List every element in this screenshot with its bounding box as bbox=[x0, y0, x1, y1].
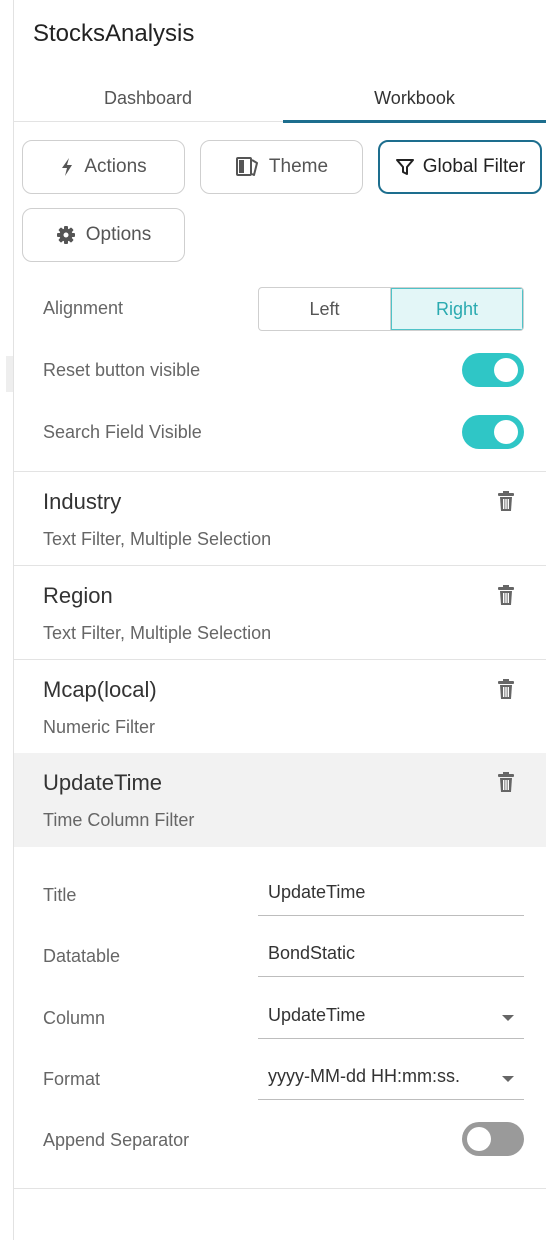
append-separator-toggle[interactable] bbox=[462, 1122, 524, 1156]
datatable-input[interactable]: BondStatic bbox=[258, 933, 524, 977]
filter-name: Mcap(local) bbox=[43, 677, 157, 702]
gear-icon bbox=[56, 226, 75, 244]
alignment-right-option[interactable]: Right bbox=[391, 288, 523, 330]
toggle-knob bbox=[467, 1127, 491, 1151]
title-input-value: UpdateTime bbox=[268, 882, 366, 902]
filter-item-updatetime[interactable]: UpdateTime Time Column Filter bbox=[14, 753, 546, 847]
title-input[interactable]: UpdateTime bbox=[258, 872, 524, 916]
column-select-value: UpdateTime bbox=[268, 1005, 366, 1025]
trash-icon[interactable] bbox=[498, 585, 514, 605]
panel-resize-handle[interactable] bbox=[6, 356, 13, 392]
filter-item-industry[interactable]: Industry Text Filter, Multiple Selection bbox=[14, 472, 546, 566]
reset-button-visible-label: Reset button visible bbox=[43, 360, 201, 380]
options-button-label: Options bbox=[85, 224, 152, 245]
toggle-knob bbox=[494, 358, 518, 382]
tab-workbook[interactable]: Workbook bbox=[283, 74, 546, 123]
theme-icon bbox=[235, 157, 258, 176]
trash-icon[interactable] bbox=[498, 491, 514, 511]
filter-name: Region bbox=[43, 583, 113, 608]
trash-icon[interactable] bbox=[498, 679, 514, 699]
alignment-left-option[interactable]: Left bbox=[259, 288, 391, 330]
format-select[interactable]: yyyy-MM-dd HH:mm:ss. bbox=[258, 1056, 524, 1100]
options-button[interactable]: Options bbox=[22, 208, 185, 262]
datatable-input-value: BondStatic bbox=[268, 943, 356, 963]
column-select[interactable]: UpdateTime bbox=[258, 995, 524, 1039]
format-label: Format bbox=[43, 1069, 101, 1089]
title-label: Title bbox=[43, 885, 77, 905]
filter-description: Numeric Filter bbox=[43, 717, 156, 737]
chevron-down-icon bbox=[502, 1015, 514, 1021]
search-field-visible-label: Search Field Visible bbox=[43, 422, 202, 442]
theme-button[interactable]: Theme bbox=[200, 140, 363, 194]
filter-name: Industry bbox=[43, 489, 122, 514]
filter-name: UpdateTime bbox=[43, 770, 163, 795]
search-field-visible-toggle[interactable] bbox=[462, 415, 524, 449]
filter-icon bbox=[395, 159, 414, 175]
toggle-knob bbox=[494, 420, 518, 444]
reset-button-visible-toggle[interactable] bbox=[462, 353, 524, 387]
format-select-value: yyyy-MM-dd HH:mm:ss. bbox=[268, 1066, 460, 1086]
filter-description: Text Filter, Multiple Selection bbox=[43, 529, 272, 549]
chevron-down-icon bbox=[502, 1076, 514, 1082]
datatable-label: Datatable bbox=[43, 946, 121, 966]
tab-bar: Dashboard Workbook bbox=[13, 74, 546, 123]
filter-description: Text Filter, Multiple Selection bbox=[43, 623, 272, 643]
global-filter-button-label: Global Filter bbox=[422, 156, 526, 177]
tab-dashboard[interactable]: Dashboard bbox=[13, 74, 283, 122]
filter-item-region[interactable]: Region Text Filter, Multiple Selection bbox=[14, 566, 546, 660]
filter-item-mcap-local[interactable]: Mcap(local) Numeric Filter bbox=[14, 660, 546, 754]
trash-icon[interactable] bbox=[498, 772, 514, 792]
append-separator-label: Append Separator bbox=[43, 1130, 190, 1150]
alignment-segmented-control: Left Right bbox=[258, 287, 524, 331]
app-title: StocksAnalysis bbox=[33, 20, 195, 47]
divider bbox=[14, 1188, 546, 1189]
theme-button-label: Theme bbox=[268, 156, 329, 177]
filter-description: Time Column Filter bbox=[43, 810, 195, 830]
actions-button[interactable]: Actions bbox=[22, 140, 185, 194]
lightning-icon bbox=[62, 158, 73, 176]
actions-button-label: Actions bbox=[84, 156, 147, 177]
column-label: Column bbox=[43, 1008, 106, 1028]
alignment-label: Alignment bbox=[43, 298, 124, 318]
global-filter-button[interactable]: Global Filter bbox=[378, 140, 542, 194]
